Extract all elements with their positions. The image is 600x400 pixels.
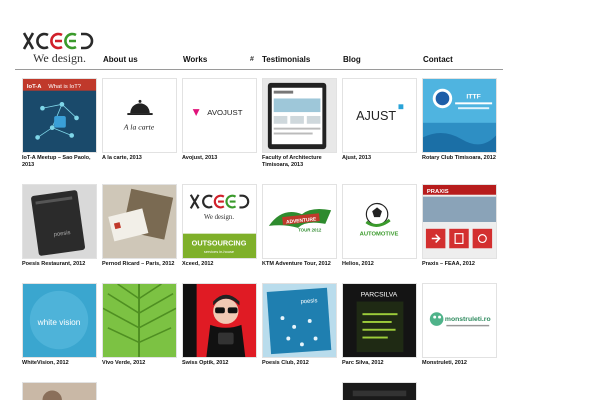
work-caption: Xceed, 2012 (182, 261, 214, 267)
svg-text:poesis: poesis (300, 298, 317, 305)
vivo-verde-thumbnail (103, 284, 176, 357)
svg-text:OUTSOURCING: OUTSOURCING (192, 238, 247, 247)
work-tile-poesis-restaurant[interactable]: poesis (22, 184, 97, 259)
poesis-club-thumbnail: poesis (263, 284, 336, 357)
pernod-ricard-thumbnail (103, 185, 176, 258)
work-tile-whitevision[interactable]: white vision (22, 283, 97, 358)
work-caption: Helios, 2012 (342, 261, 374, 267)
brand-tagline: We design. (33, 51, 87, 65)
work-tile-praxis[interactable]: PRAXIS (422, 184, 497, 259)
work-tile-rotary-club[interactable]: ITTF (422, 78, 497, 153)
nav-divider (15, 69, 503, 70)
work-tile-poesis-club[interactable]: poesis (262, 283, 337, 358)
work-tile-xceed[interactable]: We design. OUTSOURCING services in-house (182, 184, 257, 259)
svg-text:We design.: We design. (204, 214, 234, 221)
partial-thumbnail (23, 383, 96, 400)
svg-text:white vision: white vision (37, 318, 81, 327)
svg-text:IoT-A: IoT-A (27, 84, 42, 90)
work-caption: Poesis Club, 2012 (262, 360, 309, 366)
faculty-architecture-thumbnail (263, 79, 336, 152)
ajust-thumbnail: AJUST (343, 79, 416, 152)
work-caption: Vivo Verde, 2012 (102, 360, 146, 366)
work-caption: Faculty of Architecture Timisoara, 2013 (262, 155, 322, 168)
iot-a-meetup-thumbnail: IoT-A What is IoT? (23, 79, 96, 152)
avojust-thumbnail: AVOJUST (183, 79, 256, 152)
svg-text:TOUR 2012: TOUR 2012 (298, 228, 322, 233)
work-caption: Pernod Ricard – Paris, 2012 (102, 261, 175, 267)
ktm-adventure-thumbnail: ADVENTURE TOUR 2012 (263, 185, 336, 258)
work-tile-vivo-verde[interactable] (102, 283, 177, 358)
xceed-logo-mark (22, 32, 94, 50)
svg-text:What is IoT?: What is IoT? (48, 84, 81, 90)
parc-silva-thumbnail: PARCSILVA (343, 284, 416, 357)
a-la-carte-thumbnail: A la carte (103, 79, 176, 152)
nav-testimonials[interactable]: Testimonials (262, 55, 310, 64)
work-caption: Ajust, 2013 (342, 155, 372, 161)
work-tile-ktm-adventure[interactable]: ADVENTURE TOUR 2012 (262, 184, 337, 259)
svg-text:AJUST: AJUST (356, 109, 396, 123)
work-caption: A la carte, 2013 (102, 155, 142, 161)
nav-works[interactable]: Works (183, 55, 207, 64)
work-caption: Parc Silva, 2012 (342, 360, 384, 366)
svg-text:PARCSILVA: PARCSILVA (361, 292, 398, 299)
work-caption: KTM Adventure Tour, 2012 (262, 261, 331, 267)
work-tile-iot-a[interactable]: IoT-A What is IoT? (22, 78, 97, 153)
nav-about-us[interactable]: About us (103, 55, 138, 64)
praxis-thumbnail: PRAXIS (423, 185, 496, 258)
nav-hash-icon: # (250, 56, 254, 63)
svg-text:A la carte: A la carte (123, 123, 155, 132)
work-tile-partial[interactable] (342, 382, 417, 400)
svg-text:PRAXIS: PRAXIS (427, 189, 449, 195)
work-caption: Monstruleti, 2012 (422, 360, 467, 366)
work-tile-partial[interactable] (22, 382, 97, 400)
monstruleti-thumbnail: monstruleti.ro (423, 284, 496, 357)
poesis-restaurant-thumbnail: poesis (23, 185, 96, 258)
work-tile-avojust[interactable]: AVOJUST (182, 78, 257, 153)
work-tile-pernod-ricard[interactable] (102, 184, 177, 259)
work-tile-monstruleti[interactable]: monstruleti.ro (422, 283, 497, 358)
helios-thumbnail: AUTOMOTIVE (343, 185, 416, 258)
work-tile-swiss-optik[interactable] (182, 283, 257, 358)
svg-text:AUTOMOTIVE: AUTOMOTIVE (360, 232, 399, 238)
svg-text:services in-house: services in-house (204, 249, 234, 254)
nav-blog[interactable]: Blog (343, 55, 361, 64)
swiss-optik-thumbnail (183, 284, 256, 357)
work-caption: Avojust, 2013 (182, 155, 218, 161)
work-caption: WhiteVision, 2012 (22, 360, 69, 366)
svg-text:AVOJUST: AVOJUST (207, 108, 242, 117)
xceed-thumbnail: We design. OUTSOURCING services in-house (183, 185, 256, 258)
whitevision-thumbnail: white vision (23, 284, 96, 357)
work-tile-helios[interactable]: AUTOMOTIVE (342, 184, 417, 259)
work-tile-faculty-architecture[interactable] (262, 78, 337, 153)
work-tile-a-la-carte[interactable]: A la carte (102, 78, 177, 153)
svg-text:monstruleti.ro: monstruleti.ro (445, 316, 491, 323)
work-caption: Rotary Club Timisoara, 2012 (422, 155, 496, 161)
svg-text:ITTF: ITTF (466, 93, 480, 100)
work-caption: IoT-A Meetup – Sao Paolo, 2013 (22, 155, 91, 168)
work-caption: Poesis Restaurant, 2012 (22, 261, 86, 267)
rotary-club-thumbnail: ITTF (423, 79, 496, 152)
work-tile-parc-silva[interactable]: PARCSILVA (342, 283, 417, 358)
work-caption: Praxis – FEAA, 2012 (422, 261, 475, 267)
partial-thumbnail (343, 383, 416, 400)
work-caption: Swiss Optik, 2012 (182, 360, 229, 366)
work-tile-ajust[interactable]: AJUST (342, 78, 417, 153)
nav-contact[interactable]: Contact (423, 55, 453, 64)
